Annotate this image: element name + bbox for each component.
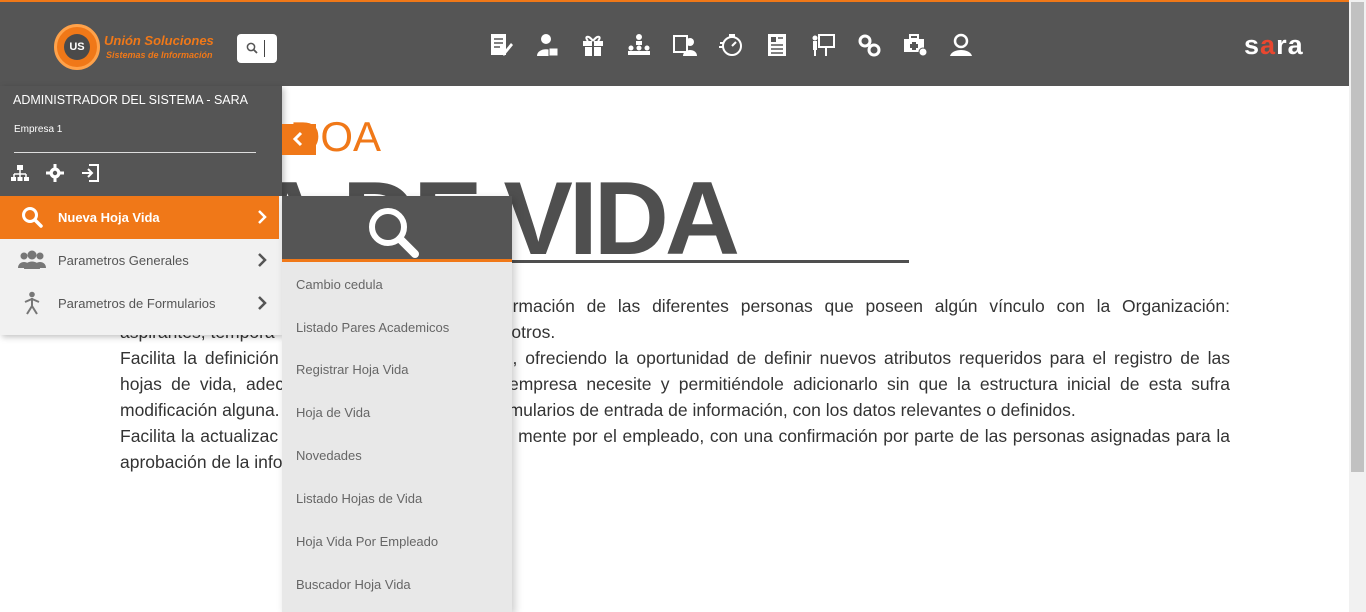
header-search-input[interactable] bbox=[237, 34, 277, 63]
submenu-item[interactable]: Hoja de Vida bbox=[296, 405, 370, 420]
gift-icon[interactable] bbox=[578, 30, 608, 60]
logo-tagline: Sistemas de Información bbox=[106, 50, 213, 60]
submenu-item[interactable]: Novedades bbox=[296, 448, 362, 463]
chevron-right-icon bbox=[257, 210, 267, 229]
users-group-icon bbox=[16, 247, 48, 273]
search-icon bbox=[369, 208, 419, 258]
sidebar-item-parametros-generales[interactable]: Parametros Generales bbox=[0, 239, 279, 282]
user-actions bbox=[10, 163, 115, 183]
submenu-nueva-hoja-vida: Cambio cedula Listado Pares Academicos R… bbox=[282, 196, 512, 612]
user-card-icon[interactable] bbox=[670, 30, 700, 60]
logout-icon[interactable] bbox=[80, 163, 100, 183]
sidebar-item-label: Parametros de Formularios bbox=[58, 296, 216, 311]
module-toolbar bbox=[486, 30, 992, 60]
search-icon bbox=[16, 204, 48, 230]
top-bar: US Unión Soluciones Sistemas de Informac… bbox=[0, 0, 1366, 86]
side-menu: ADMINISTRADOR DEL SISTEMA - SARA Empresa… bbox=[0, 86, 282, 335]
submenu-item[interactable]: Hoja Vida Por Empleado bbox=[296, 534, 438, 549]
user-panel: ADMINISTRADOR DEL SISTEMA - SARA Empresa… bbox=[0, 86, 282, 196]
sidebar-item-label: Nueva Hoja Vida bbox=[58, 210, 160, 225]
sidebar-item-label: Parametros Generales bbox=[58, 253, 189, 268]
stopwatch-icon[interactable] bbox=[716, 30, 746, 60]
logo-badge: US bbox=[54, 24, 100, 70]
company-name: Empresa 1 bbox=[14, 124, 63, 135]
settings-icon[interactable] bbox=[45, 163, 65, 183]
user-name: ADMINISTRADOR DEL SISTEMA - SARA bbox=[13, 93, 248, 107]
submenu-item[interactable]: Registrar Hoja Vida bbox=[296, 362, 408, 377]
submenu-item[interactable]: Listado Pares Academicos bbox=[296, 320, 449, 335]
chevron-right-icon bbox=[257, 253, 267, 272]
resume-edit-icon[interactable] bbox=[486, 30, 516, 60]
org-chart-icon[interactable] bbox=[624, 30, 654, 60]
sidebar-item-parametros-formularios[interactable]: Parametros de Formularios bbox=[0, 282, 279, 325]
text-cursor bbox=[264, 40, 265, 57]
sidebar-item-nueva-hoja-vida[interactable]: Nueva Hoja Vida bbox=[0, 196, 279, 239]
medical-case-icon[interactable] bbox=[900, 30, 930, 60]
chevron-right-icon bbox=[257, 296, 267, 315]
app-page: US Unión Soluciones Sistemas de Informac… bbox=[0, 0, 1366, 612]
company-logo[interactable]: US Unión Soluciones Sistemas de Informac… bbox=[54, 24, 224, 70]
brand-suffix: ra bbox=[1276, 30, 1304, 60]
sitemap-icon[interactable] bbox=[10, 163, 30, 183]
gears-icon[interactable] bbox=[854, 30, 884, 60]
presentation-icon[interactable] bbox=[808, 30, 838, 60]
submenu-item[interactable]: Cambio cedula bbox=[296, 277, 383, 292]
document-list-icon[interactable] bbox=[762, 30, 792, 60]
logo-name: Unión Soluciones bbox=[104, 33, 214, 48]
brand-prefix: s bbox=[1244, 30, 1261, 60]
person-search-icon[interactable] bbox=[946, 30, 976, 60]
person-icon bbox=[16, 290, 48, 316]
submenu-item[interactable]: Buscador Hoja Vida bbox=[296, 577, 411, 592]
user-badge-icon[interactable] bbox=[532, 30, 562, 60]
search-icon bbox=[246, 42, 258, 54]
chevron-left-icon bbox=[292, 131, 303, 147]
sara-brand-logo[interactable]: sara bbox=[1244, 30, 1304, 61]
logo-badge-text: US bbox=[64, 34, 90, 60]
collapse-sidebar-button[interactable] bbox=[282, 124, 316, 155]
submenu-item[interactable]: Listado Hojas de Vida bbox=[296, 491, 422, 506]
brand-accent: a bbox=[1260, 30, 1277, 60]
user-panel-divider bbox=[14, 152, 256, 153]
scrollbar-thumb[interactable] bbox=[1351, 2, 1364, 472]
submenu-header bbox=[282, 196, 512, 262]
